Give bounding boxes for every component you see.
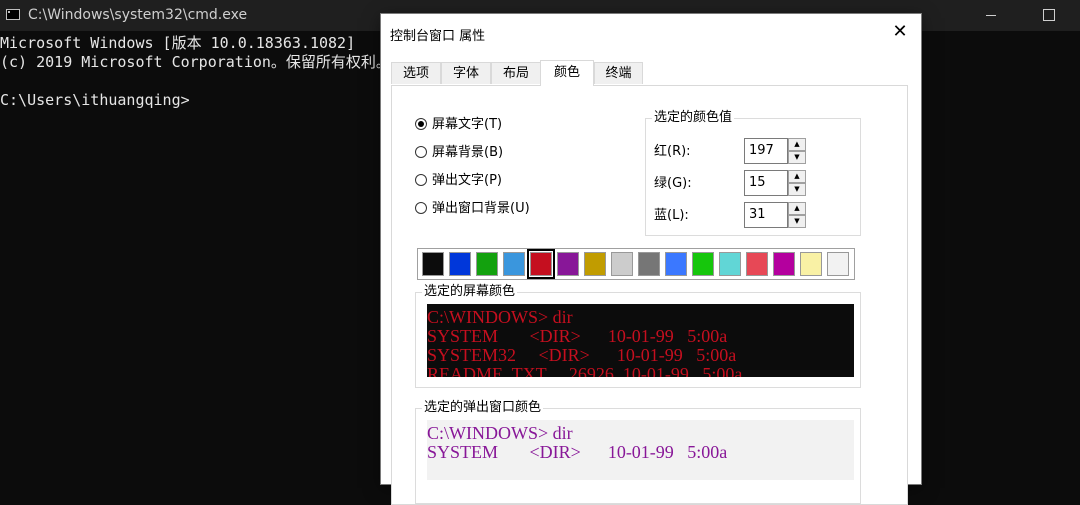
preview-line: SYSTEM <DIR> 10-01-99 5:00a — [427, 442, 728, 462]
red-label: 红(R): — [654, 144, 691, 159]
green-decrement-button[interactable]: ▼ — [788, 183, 806, 196]
red-input[interactable]: 197 — [744, 138, 788, 164]
radio-label: 弹出文字(P) — [432, 173, 502, 188]
red-increment-button[interactable]: ▲ — [788, 138, 806, 151]
caret-down-icon: ▼ — [794, 185, 800, 193]
blue-stepper: 31 ▲ ▼ — [744, 202, 806, 228]
palette-swatch[interactable] — [584, 252, 606, 276]
screen-color-preview: C:\WINDOWS> dir SYSTEM <DIR> 10-01-99 5:… — [427, 304, 854, 377]
blue-increment-button[interactable]: ▲ — [788, 202, 806, 215]
radio-checked-icon — [415, 118, 427, 130]
console-line: (c) 2019 Microsoft Corporation。保留所有权利。 — [0, 53, 391, 71]
maximize-button[interactable] — [1026, 0, 1072, 31]
radio-popup-background[interactable]: 弹出窗口背景(U) — [415, 199, 530, 219]
preview-line: C:\WINDOWS> dir — [427, 423, 573, 443]
red-decrement-button[interactable]: ▼ — [788, 151, 806, 164]
palette-swatch[interactable] — [557, 252, 579, 276]
radio-label: 屏幕文字(T) — [432, 117, 503, 132]
green-stepper: 15 ▲ ▼ — [744, 170, 806, 196]
preview-line: C:\WINDOWS> dir — [427, 307, 573, 327]
palette-swatch[interactable] — [638, 252, 660, 276]
properties-dialog: 控制台窗口 属性 ✕ 选项 字体 布局 颜色 终端 屏幕文字(T) 屏幕背景(B… — [381, 14, 921, 505]
color-palette — [417, 248, 855, 280]
palette-swatch[interactable] — [773, 252, 795, 276]
cmd-window-title: C:\Windows\system32\cmd.exe — [28, 7, 248, 23]
radio-label: 屏幕背景(B) — [432, 145, 504, 160]
tab-terminal[interactable]: 终端 — [594, 62, 643, 84]
radio-screen-background[interactable]: 屏幕背景(B) — [415, 143, 503, 163]
red-stepper: 197 ▲ ▼ — [744, 138, 806, 164]
maximize-icon — [1043, 9, 1055, 21]
preview-line: SYSTEM32 <DIR> 10-01-99 5:00a — [427, 345, 737, 365]
minimize-icon — [986, 14, 996, 16]
tab-layout[interactable]: 布局 — [491, 62, 541, 84]
console-line: Microsoft Windows [版本 10.0.18363.1082] — [0, 34, 356, 52]
green-increment-button[interactable]: ▲ — [788, 170, 806, 183]
radio-unchecked-icon — [415, 202, 427, 214]
palette-swatch[interactable] — [665, 252, 687, 276]
palette-swatch[interactable] — [503, 252, 525, 276]
palette-swatch[interactable] — [611, 252, 633, 276]
blue-label: 蓝(L): — [654, 208, 689, 223]
palette-swatch[interactable] — [476, 252, 498, 276]
group-legend: 选定的屏幕颜色 — [422, 284, 518, 300]
selected-color-values-group: 选定的颜色值 红(R): 197 ▲ ▼ 绿(G): 15 ▲ ▼ 蓝(L): … — [645, 110, 861, 236]
palette-swatch[interactable] — [719, 252, 741, 276]
caret-down-icon: ▼ — [794, 217, 800, 225]
minimize-button[interactable] — [968, 0, 1014, 31]
group-legend: 选定的弹出窗口颜色 — [422, 400, 544, 416]
caret-up-icon: ▲ — [794, 140, 800, 148]
radio-unchecked-icon — [415, 146, 427, 158]
preview-line: SYSTEM <DIR> 10-01-99 5:00a — [427, 326, 728, 346]
palette-swatch[interactable] — [527, 249, 555, 279]
radio-popup-text[interactable]: 弹出文字(P) — [415, 171, 502, 191]
palette-swatch[interactable] — [800, 252, 822, 276]
close-icon: ✕ — [892, 21, 908, 42]
green-label: 绿(G): — [654, 176, 692, 191]
tab-font[interactable]: 字体 — [441, 62, 491, 84]
blue-input[interactable]: 31 — [744, 202, 788, 228]
radio-unchecked-icon — [415, 174, 427, 186]
cmd-app-icon — [6, 9, 20, 20]
group-legend: 选定的颜色值 — [652, 110, 735, 126]
radio-label: 弹出窗口背景(U) — [432, 201, 530, 216]
palette-swatch[interactable] — [422, 252, 444, 276]
caret-up-icon: ▲ — [794, 172, 800, 180]
blue-decrement-button[interactable]: ▼ — [788, 215, 806, 228]
preview-line: README TXT 26926 10-01-99 5:00a — [427, 364, 743, 378]
caret-up-icon: ▲ — [794, 204, 800, 212]
tab-colors[interactable]: 颜色 — [540, 60, 594, 86]
palette-swatch[interactable] — [692, 252, 714, 276]
palette-swatch[interactable] — [827, 252, 849, 276]
palette-swatch[interactable] — [449, 252, 471, 276]
green-input[interactable]: 15 — [744, 170, 788, 196]
dialog-title: 控制台窗口 属性 — [390, 29, 486, 44]
tab-options[interactable]: 选项 — [391, 62, 441, 84]
radio-screen-text[interactable]: 屏幕文字(T) — [415, 115, 502, 135]
palette-swatch[interactable] — [746, 252, 768, 276]
caret-down-icon: ▼ — [794, 153, 800, 161]
console-prompt: C:\Users\ithuangqing> — [0, 91, 190, 109]
popup-color-preview: C:\WINDOWS> dir SYSTEM <DIR> 10-01-99 5:… — [427, 420, 854, 480]
close-button[interactable]: ✕ — [886, 20, 914, 44]
